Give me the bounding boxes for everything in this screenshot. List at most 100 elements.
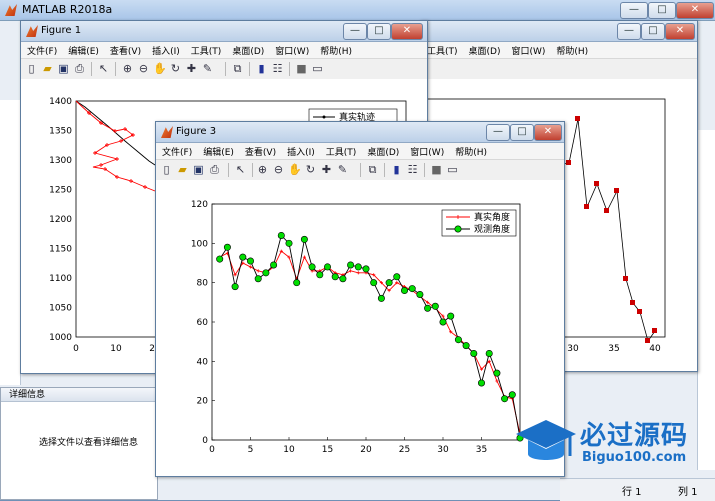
fig3-xtick: 35: [476, 445, 487, 455]
fig3-menu-help[interactable]: 帮助(H): [449, 143, 492, 158]
fig3-ytick: 100: [191, 239, 208, 249]
minimize-button[interactable]: —: [620, 2, 648, 19]
fig3-menu-edit[interactable]: 编辑(E): [197, 143, 239, 158]
pan-icon[interactable]: ✋: [288, 163, 302, 176]
observed-angle-point: [462, 342, 470, 350]
print-icon[interactable]: ⎙: [208, 163, 221, 176]
close-button[interactable]: ✕: [676, 2, 714, 19]
fig3-minimize-button[interactable]: —: [486, 124, 510, 141]
observed-angle-point: [477, 379, 485, 387]
show-tools-icon[interactable]: ▭: [311, 62, 324, 75]
fig1-minimize-button[interactable]: —: [343, 23, 367, 40]
fig1-maximize-button[interactable]: □: [367, 23, 391, 40]
status-bar: 行 1 列 1: [560, 478, 715, 501]
fig2-menu-desktop[interactable]: 桌面(D): [463, 42, 506, 57]
observed-angle-point: [501, 395, 509, 403]
hide-tools-icon[interactable]: ■: [430, 163, 443, 176]
observed-angle-point: [231, 283, 239, 291]
maximize-button[interactable]: □: [648, 2, 676, 19]
observed-angle-point: [408, 285, 416, 293]
show-tools-icon[interactable]: ▭: [446, 163, 459, 176]
fig3-xtick: 25: [399, 445, 410, 455]
save-icon[interactable]: ▣: [192, 163, 205, 176]
fig3-xtick: 0: [209, 445, 215, 455]
observed-angle-point: [262, 269, 270, 277]
fig2-menu-help[interactable]: 帮助(H): [550, 42, 593, 57]
figure-3-window[interactable]: Figure 3 — □ ✕ 文件(F) 编辑(E) 查看(V) 插入(I) 工具(T)…: [155, 121, 565, 477]
colorbar-icon[interactable]: ▮: [390, 163, 403, 176]
fig3-menu-window[interactable]: 窗口(W): [404, 143, 449, 158]
fig3-menu-desktop[interactable]: 桌面(D): [361, 143, 404, 158]
fig1-close-button[interactable]: ✕: [391, 23, 423, 40]
fig3-xtick: 15: [322, 445, 333, 455]
fig1-toolbar: ▯ ▰ ▣ ⎙ ↖ ⊕ ⊖ ✋ ↻ ✚ ✎ ⧉ ▮ ☷ ■ ▭: [21, 58, 427, 80]
fig3-maximize-button[interactable]: □: [510, 124, 534, 141]
figure-2-title-bar: — □ ✕: [421, 21, 697, 42]
new-figure-icon[interactable]: ▯: [160, 163, 173, 176]
brush-icon[interactable]: ✎: [336, 163, 349, 176]
zoom-in-icon[interactable]: ⊕: [256, 163, 269, 176]
save-icon[interactable]: ▣: [57, 62, 70, 75]
rotate-icon[interactable]: ↻: [169, 62, 182, 75]
fig1-menu-view[interactable]: 查看(V): [104, 42, 146, 57]
pan-icon[interactable]: ✋: [153, 62, 167, 75]
fig1-ytick: 1200: [49, 215, 72, 225]
fig3-ytick: 80: [197, 279, 209, 289]
open-file-icon[interactable]: ▰: [41, 62, 54, 75]
legend-icon[interactable]: ☷: [271, 62, 284, 75]
data-cursor-icon[interactable]: ✚: [320, 163, 333, 176]
pointer-icon[interactable]: ↖: [97, 62, 110, 75]
open-file-icon[interactable]: ▰: [176, 163, 189, 176]
fig3-close-button[interactable]: ✕: [534, 124, 562, 141]
observed-angle-point: [324, 263, 332, 271]
fig1-ytick: 1400: [49, 97, 72, 107]
fig1-menu-window[interactable]: 窗口(W): [269, 42, 314, 57]
fig2-close-button[interactable]: ✕: [665, 23, 695, 40]
hide-tools-icon[interactable]: ■: [295, 62, 308, 75]
brush-icon[interactable]: ✎: [201, 62, 214, 75]
pointer-icon[interactable]: ↖: [234, 163, 247, 176]
legend-icon[interactable]: ☷: [406, 163, 419, 176]
fig2-menu-window[interactable]: 窗口(W): [505, 42, 550, 57]
zoom-in-icon[interactable]: ⊕: [121, 62, 134, 75]
observed-angle-point: [285, 239, 293, 247]
fig3-menu-view[interactable]: 查看(V): [239, 143, 281, 158]
watermark: 必过源码 Biguo100.com: [510, 412, 715, 478]
data-cursor-icon[interactable]: ✚: [185, 62, 198, 75]
figure-3-title-bar: Figure 3 — □ ✕: [156, 122, 564, 143]
print-icon[interactable]: ⎙: [73, 62, 86, 75]
details-header[interactable]: 详细信息: [1, 388, 157, 402]
watermark-en: Biguo100.com: [582, 450, 687, 465]
current-folder-panel[interactable]: [0, 100, 21, 385]
fig1-menu-file[interactable]: 文件(F): [21, 42, 62, 57]
colorbar-icon[interactable]: ▮: [255, 62, 268, 75]
fig3-axes: [211, 203, 521, 441]
observed-angle-point: [254, 275, 262, 283]
fig3-menu-insert[interactable]: 插入(I): [281, 143, 320, 158]
link-plot-icon[interactable]: ⧉: [231, 62, 244, 75]
fig1-menu-edit[interactable]: 编辑(E): [62, 42, 104, 57]
fig2-xtick: 35: [608, 344, 619, 354]
fig1-menu-tools[interactable]: 工具(T): [185, 42, 227, 57]
fig1-menu-help[interactable]: 帮助(H): [314, 42, 357, 57]
fig3-menu-tools[interactable]: 工具(T): [320, 143, 362, 158]
zoom-out-icon[interactable]: ⊖: [272, 163, 285, 176]
observed-angle-point: [247, 257, 255, 265]
zoom-out-icon[interactable]: ⊖: [137, 62, 150, 75]
figure-1-title-bar: Figure 1 — □ ✕: [21, 21, 427, 42]
fig1-ytick: 1300: [49, 156, 72, 166]
fig3-xtick: 30: [437, 445, 449, 455]
observed-angle-point: [308, 263, 316, 271]
observed-angle-point: [354, 263, 362, 271]
new-figure-icon[interactable]: ▯: [25, 62, 38, 75]
fig1-menu-bar: 文件(F) 编辑(E) 查看(V) 插入(I) 工具(T) 桌面(D) 窗口(W) 帮助(H): [21, 42, 427, 58]
fig3-menu-file[interactable]: 文件(F): [156, 143, 197, 158]
fig2-maximize-button[interactable]: □: [641, 23, 665, 40]
fig1-menu-desktop[interactable]: 桌面(D): [226, 42, 269, 57]
figure-3-plot: 0 20 40 60 80 100 120 0 5 10 15 20 25 30 35 真实角度 观测角度: [156, 180, 564, 476]
link-plot-icon[interactable]: ⧉: [366, 163, 379, 176]
fig2-minimize-button[interactable]: —: [617, 23, 641, 40]
rotate-icon[interactable]: ↻: [304, 163, 317, 176]
fig1-menu-insert[interactable]: 插入(I): [146, 42, 185, 57]
fig3-ytick: 0: [202, 436, 208, 446]
